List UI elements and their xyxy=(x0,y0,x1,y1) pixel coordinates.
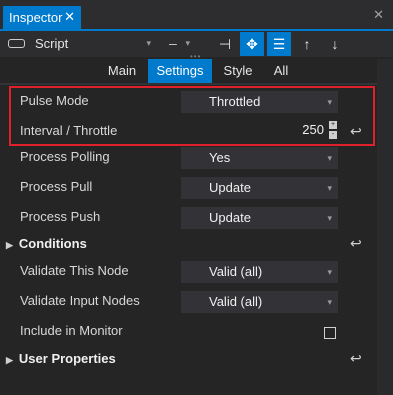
list-icon: ☰ xyxy=(272,35,286,52)
process-push-label: Process Push xyxy=(20,209,101,224)
pin-icon: ⊣ xyxy=(218,35,232,52)
chevron-down-icon: ▾ xyxy=(327,213,332,223)
validate-this-node-value: Valid (all) xyxy=(209,264,263,279)
inspector-subtabs: Main Settings Style All xyxy=(0,59,393,83)
process-push-dropdown[interactable]: Update ▾ xyxy=(181,207,338,229)
node-type-value: Script xyxy=(35,35,69,51)
expand-icon: ▶ xyxy=(6,355,13,365)
validate-input-nodes-dropdown[interactable]: Valid (all) ▾ xyxy=(181,291,338,313)
include-in-monitor-checkbox[interactable] xyxy=(324,327,336,339)
chevron-down-icon: ▾ xyxy=(327,183,332,193)
validate-this-node-dropdown[interactable]: Valid (all) ▾ xyxy=(181,261,338,283)
arrow-down-icon: ↓ xyxy=(331,36,339,52)
move-up-button[interactable]: ↑ xyxy=(295,32,319,56)
validate-input-nodes-label: Validate Input Nodes xyxy=(20,293,140,308)
tab-settings[interactable]: Settings xyxy=(148,59,212,83)
highlight-box xyxy=(9,86,375,146)
chevron-down-icon: ▾ xyxy=(327,267,332,277)
reset-user-properties-icon[interactable]: ↩ xyxy=(350,350,362,367)
title-bar: Inspector ✕ ✕ xyxy=(0,0,393,29)
script-type-icon xyxy=(8,38,25,48)
chevron-down-icon: ▾ xyxy=(146,38,151,48)
process-polling-dropdown[interactable]: Yes ▾ xyxy=(181,147,338,169)
secondary-dropdown-value: – xyxy=(169,35,177,51)
tab-all[interactable]: All xyxy=(264,59,298,83)
conditions-section-title: Conditions xyxy=(18,236,87,251)
chevron-down-icon: ▾ xyxy=(327,297,332,307)
locate-icon: ✥ xyxy=(246,35,258,52)
conditions-section-header[interactable]: ▶ Conditions xyxy=(6,236,87,251)
include-in-monitor-label: Include in Monitor xyxy=(20,323,123,338)
close-icon[interactable]: ✕ xyxy=(373,7,384,23)
process-polling-value: Yes xyxy=(209,150,231,165)
pin-button[interactable]: ⊣ xyxy=(213,32,237,56)
tab-title: Inspector xyxy=(9,10,63,25)
tab-close-icon[interactable]: ✕ xyxy=(64,9,75,25)
node-type-dropdown[interactable]: Script ▾ xyxy=(5,33,155,53)
list-view-button[interactable]: ☰ xyxy=(267,32,291,56)
process-polling-label: Process Polling xyxy=(20,149,110,164)
expand-icon: ▶ xyxy=(6,240,13,250)
user-properties-section-header[interactable]: ▶ User Properties xyxy=(6,351,116,366)
arrow-up-icon: ↑ xyxy=(303,36,311,52)
chevron-down-icon: ▾ xyxy=(327,153,332,163)
chevron-down-icon: ▾ xyxy=(185,38,190,48)
process-pull-dropdown[interactable]: Update ▾ xyxy=(181,177,338,199)
reset-conditions-icon[interactable]: ↩ xyxy=(350,235,362,252)
validate-input-nodes-value: Valid (all) xyxy=(209,294,263,309)
locate-button[interactable]: ✥ xyxy=(240,32,264,56)
move-down-button[interactable]: ↓ xyxy=(323,32,347,56)
tab-main[interactable]: Main xyxy=(102,59,142,83)
process-pull-label: Process Pull xyxy=(20,179,93,194)
tab-style[interactable]: Style xyxy=(218,59,258,83)
divider xyxy=(0,83,377,85)
validate-this-node-label: Validate This Node xyxy=(20,263,129,278)
user-properties-section-title: User Properties xyxy=(18,351,116,366)
secondary-dropdown[interactable]: – ▾ xyxy=(161,33,191,53)
process-pull-value: Update xyxy=(209,180,251,195)
process-push-value: Update xyxy=(209,210,251,225)
vertical-scrollbar[interactable] xyxy=(377,59,393,395)
inspector-tab[interactable]: Inspector ✕ xyxy=(3,6,81,29)
